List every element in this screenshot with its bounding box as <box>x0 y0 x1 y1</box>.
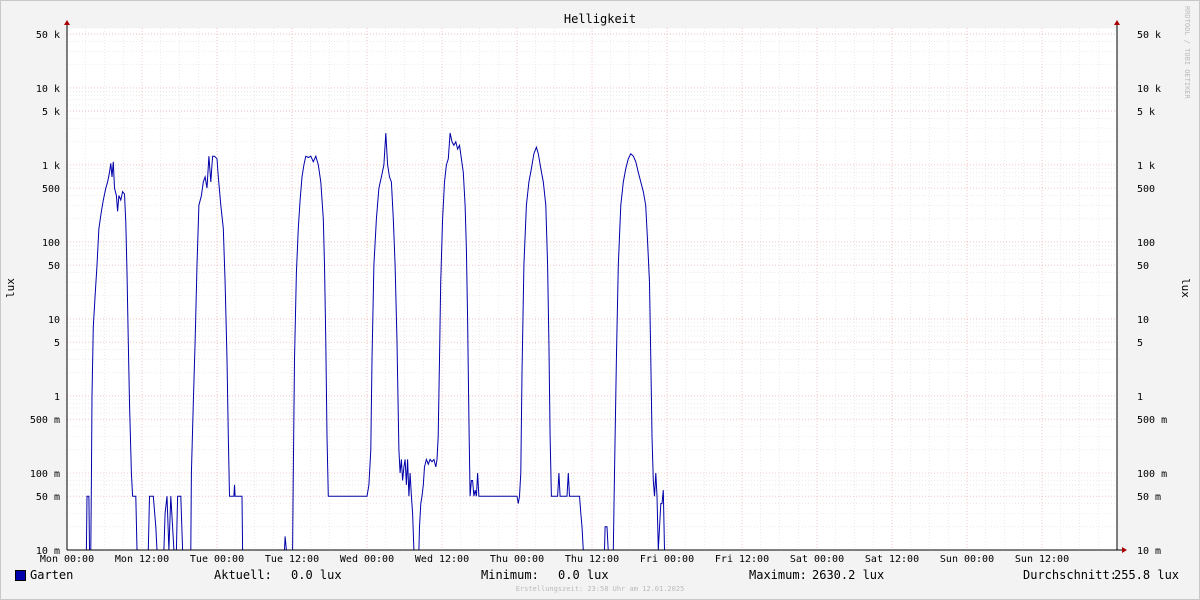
x-tick-label: Tue 12:00 <box>265 554 319 565</box>
y-axis-arrow-left-icon <box>64 20 70 25</box>
x-tick-label: Mon 00:00 <box>40 554 94 565</box>
y-axis-arrow-right-icon <box>1114 20 1120 25</box>
stat-avg-value: 255.8 lux <box>1114 568 1180 582</box>
y-tick-label-right: 1 <box>1137 392 1143 403</box>
legend-label: Garten <box>30 568 74 582</box>
x-tick-label: Thu 12:00 <box>565 554 619 565</box>
y-axis-label-left: lux <box>4 278 17 298</box>
legend-swatch <box>15 570 26 581</box>
stat-avg-label: Durchschnitt: <box>1023 568 1117 582</box>
stat-current-label: Aktuell: <box>214 568 272 582</box>
y-tick-label-right: 10 k <box>1137 84 1161 95</box>
y-tick-label-right: 50 <box>1137 261 1149 272</box>
watermark: RRDTOOL / TOBI OETIKER <box>1183 6 1191 99</box>
x-tick-label: Sat 12:00 <box>865 554 919 565</box>
y-tick-label-right: 1 k <box>1137 161 1155 172</box>
y-tick-label-left: 500 <box>42 184 60 195</box>
x-tick-label: Tue 00:00 <box>190 554 244 565</box>
y-tick-labels-left: 50 k 10 k 5 k 1 k 500 100 50 10 5 1 500 m 100 m 50 m… <box>30 30 60 557</box>
x-tick-label: Sun 12:00 <box>1015 554 1069 565</box>
y-axis-label-right: lux <box>1179 278 1192 298</box>
y-tick-label-right: 10 m <box>1137 546 1161 557</box>
stat-current-value: 0.0 lux <box>291 568 342 582</box>
y-tick-label-left: 5 k <box>42 107 60 118</box>
y-tick-label-left: 100 m <box>30 469 60 480</box>
y-tick-labels-right: 50 k 10 k 5 k 1 k 500 100 50 10 5 1 500 m 100 m 50 m… <box>1137 30 1167 557</box>
y-tick-label-left: 10 <box>48 315 60 326</box>
y-tick-label-left: 100 <box>42 238 60 249</box>
x-tick-label: Mon 12:00 <box>115 554 169 565</box>
y-tick-label-right: 5 k <box>1137 107 1155 118</box>
y-tick-label-left: 10 k <box>36 84 60 95</box>
y-tick-label-left: 1 <box>54 392 60 403</box>
footer-timestamp: Erstellungszeit: 23:58 Uhr am 12.01.2025 <box>515 585 685 593</box>
y-tick-label-right: 50 m <box>1137 492 1161 503</box>
stat-max-value: 2630.2 lux <box>812 568 885 582</box>
x-tick-label: Sat 00:00 <box>790 554 844 565</box>
stat-min-label: Minimum: <box>481 568 539 582</box>
stat-min-value: 0.0 lux <box>558 568 609 582</box>
x-tick-label: Fri 12:00 <box>715 554 769 565</box>
x-tick-label: Wed 00:00 <box>340 554 394 565</box>
x-tick-label: Thu 00:00 <box>490 554 544 565</box>
stat-max-label: Maximum: <box>749 568 807 582</box>
y-tick-label-left: 50 m <box>36 492 60 503</box>
y-tick-label-right: 10 <box>1137 315 1149 326</box>
x-tick-label: Sun 00:00 <box>940 554 994 565</box>
y-tick-label-right: 500 m <box>1137 415 1167 426</box>
y-tick-label-left: 1 k <box>42 161 60 172</box>
chart-svg: 50 k 10 k 5 k 1 k 500 100 50 10 5 1 500 m 100 m 50 m… <box>4 12 1192 565</box>
x-axis-arrow-icon <box>1122 547 1127 553</box>
y-tick-label-right: 5 <box>1137 338 1143 349</box>
y-tick-label-left: 500 m <box>30 415 60 426</box>
y-tick-label-left: 5 <box>54 338 60 349</box>
x-tick-label: Wed 12:00 <box>415 554 469 565</box>
y-tick-label-left: 50 k <box>36 30 60 41</box>
chart-title: Helligkeit <box>564 12 636 26</box>
x-tick-labels: Mon 00:00 Mon 12:00 Tue 00:00 Tue 12:00 Wed … <box>40 554 1069 565</box>
y-tick-label-right: 100 m <box>1137 469 1167 480</box>
x-tick-label: Fri 00:00 <box>640 554 694 565</box>
y-tick-label-right: 100 <box>1137 238 1155 249</box>
y-tick-label-right: 50 k <box>1137 30 1161 41</box>
y-tick-label-left: 50 <box>48 261 60 272</box>
y-tick-label-right: 500 <box>1137 184 1155 195</box>
